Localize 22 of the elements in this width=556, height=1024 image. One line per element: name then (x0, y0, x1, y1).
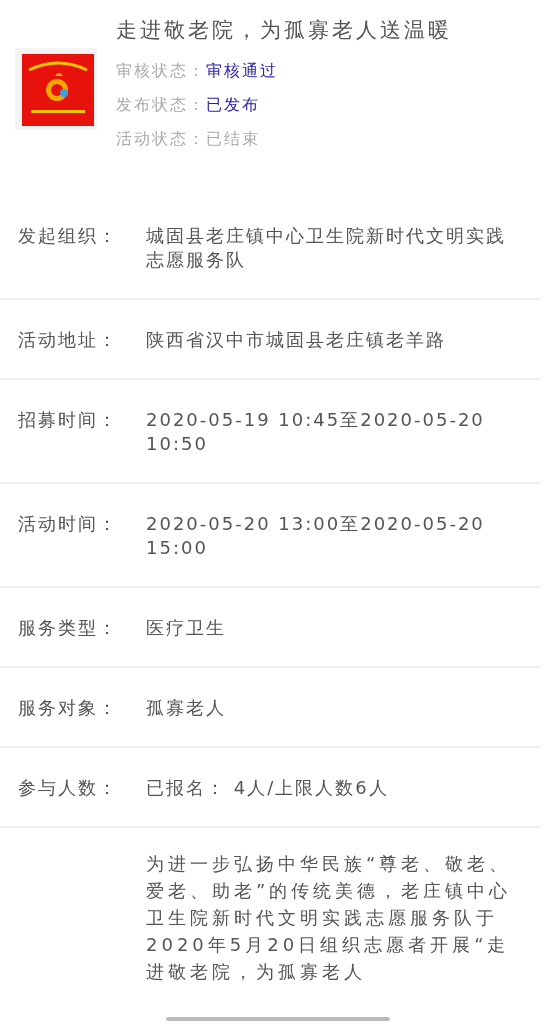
field-label: 服务类型： (18, 616, 119, 640)
status-label: 审核状态： (116, 60, 206, 82)
field-label: 招募时间： (18, 408, 119, 432)
field-label: 活动时间： (18, 512, 119, 536)
field-value: 医疗卫生 (146, 616, 227, 640)
field-value: 2020-05-19 10:45至2020-05-20 10:50 (146, 408, 486, 456)
field-value: 已报名： 4人/上限人数6人 (146, 776, 390, 800)
field-value: 孤寡老人 (146, 696, 227, 720)
field-label: 参与人数： (18, 776, 119, 800)
field-label: 发起组织： (18, 224, 119, 248)
status-label: 发布状态： (116, 94, 206, 116)
field-label: 活动地址： (18, 328, 119, 352)
status-value: 已发布 (206, 94, 260, 116)
field-value: 2020-05-20 13:00至2020-05-20 15:00 (146, 512, 486, 560)
status-value: 审核通过 (206, 60, 278, 82)
field-label: 服务对象： (18, 696, 119, 720)
field-value: 陕西省汉中市城固县老庄镇老羊路 (146, 328, 447, 352)
status-label: 活动状态： (116, 128, 206, 150)
status-value: 已结束 (206, 128, 260, 150)
field-value: 城固县老庄镇中心卫生院新时代文明实践志愿服务队 (146, 224, 506, 272)
activity-title: 走进敬老院，为孤寡老人送温暖 (116, 17, 452, 44)
description-text: 为进一步弘扬中华民族“尊老、敬老、爱老、助老”的传统美德，老庄镇中心卫生院新时代文明实践志愿服务队于2020年5月20日组织志愿者开展“走进敬老院，为孤寡老人 (146, 852, 513, 984)
